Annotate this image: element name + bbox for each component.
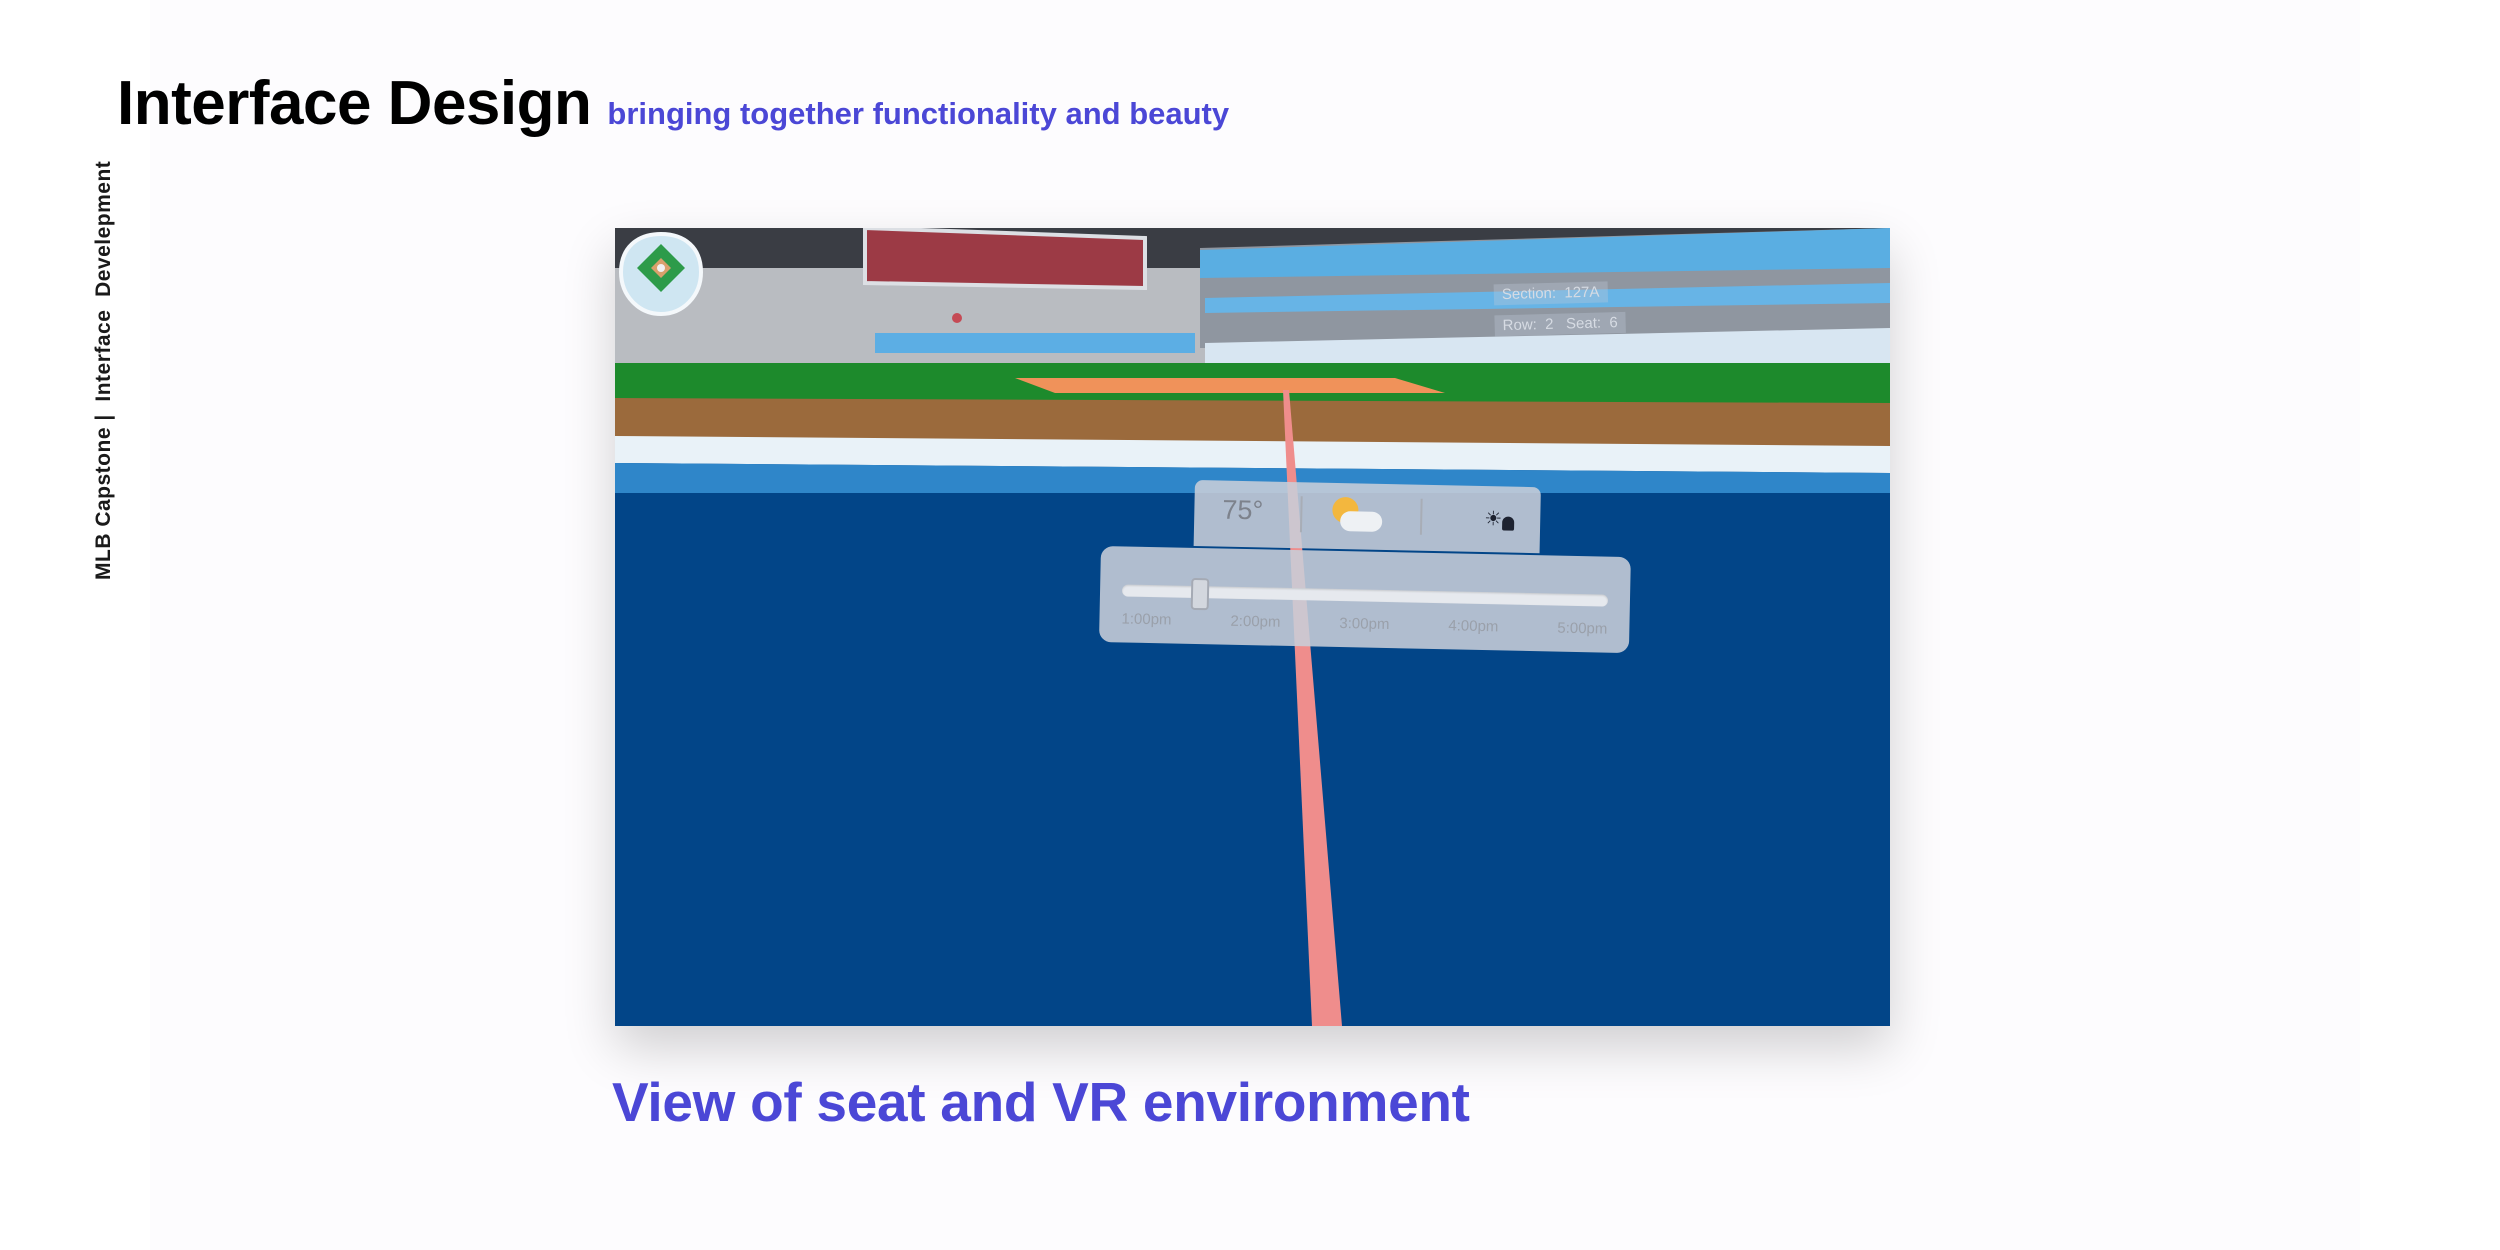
seat-info: Section: 127A Row: 2 Seat: 6 [1493,280,1677,395]
time-tick-label: 5:00pm [1557,619,1608,638]
lighting-icon[interactable]: ☀ [1484,506,1502,531]
header: Interface Design bringing together funct… [117,68,1229,139]
page-title: Interface Design [117,69,592,138]
time-tick-label: 4:00pm [1448,617,1499,636]
time-tick-label: 1:00pm [1121,610,1172,629]
partly-sunny-icon[interactable] [1326,495,1387,538]
side-label: MLB Capstone | Interface Develepment [92,160,115,580]
seat-section: Section: 127A [1493,281,1608,306]
stadium-map-icon[interactable] [615,228,707,320]
weather-tab: 75° ☀ [1193,480,1541,554]
page-subtitle: bringing together functionality and beau… [607,96,1230,131]
time-slider-track[interactable] [1121,577,1609,611]
time-slider-panel: 1:00pm 2:00pm 3:00pm 4:00pm 5:00pm [1098,546,1631,654]
time-slider-thumb[interactable] [1190,577,1210,611]
vr-screenshot: Section: 127A Row: 2 Seat: 6 75° ☀ 1:00p… [615,228,1890,1026]
time-slider-ticks: 1:00pm 2:00pm 3:00pm 4:00pm 5:00pm [1121,610,1607,637]
seat-row-seat: Row: 2 Seat: 6 [1494,311,1627,337]
temperature-readout: 75° [1222,494,1264,526]
time-tick-label: 3:00pm [1339,615,1390,634]
time-tick-label: 2:00pm [1230,612,1281,631]
caption: View of seat and VR environment [612,1071,1470,1133]
person-icon [1502,516,1515,531]
